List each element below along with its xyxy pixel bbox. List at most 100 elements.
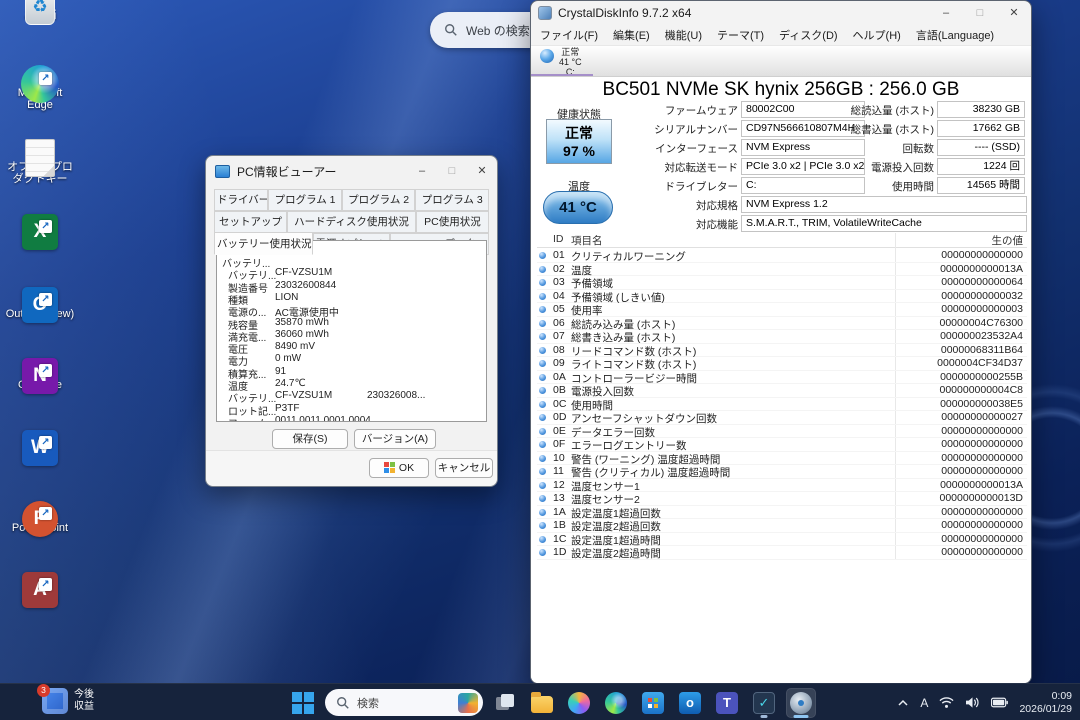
smart-row[interactable]: 09 ライトコマンド数 (ホスト) 0000004CF34D37	[537, 357, 1027, 371]
cdi-maximize-button[interactable]: □	[963, 1, 997, 25]
smart-row[interactable]: 0F エラーログエントリー数 00000000000000	[537, 438, 1027, 452]
field-row: 対応機能 S.M.A.R.T., TRIM, VolatileWriteCache	[591, 215, 1030, 232]
smart-row[interactable]: 07 総書き込み量 (ホスト) 000000023532A4	[537, 330, 1027, 344]
battery-list-row[interactable]: 積算充... 91	[217, 366, 486, 381]
smart-row[interactable]: 0A コントローラービジー時間 0000000000255B	[537, 371, 1027, 385]
smart-row[interactable]: 11 警告 (クリティカル) 温度超過時間 00000000000000	[537, 465, 1027, 479]
menu-item[interactable]: ヘルプ(H)	[853, 27, 901, 43]
smart-row[interactable]: 10 警告 (ワーニング) 温度超過時間 00000000000000	[537, 452, 1027, 466]
battery-list-row[interactable]: バッテリ... CF-VZSU1M 230326008...	[217, 390, 486, 405]
pcv-minimize-button[interactable]: –	[407, 157, 437, 185]
tab-item[interactable]: プログラム 3	[415, 189, 489, 211]
clock[interactable]: 0:09 2026/01/29	[1019, 690, 1072, 715]
smart-row[interactable]: 02 温度 0000000000013A	[537, 263, 1027, 277]
desktop-icon-excel[interactable]: X↗Excel	[4, 214, 76, 250]
ok-button[interactable]: OK	[369, 458, 429, 478]
smart-row[interactable]: 01 クリティカルワーニング 00000000000000	[537, 249, 1027, 263]
menu-item[interactable]: 言語(Language)	[916, 27, 994, 43]
desktop-icon-recycle-bin[interactable]: ♻ごみ箱	[4, 0, 76, 25]
battery-list-row[interactable]: ロット記... P3TF	[217, 403, 486, 418]
smart-row[interactable]: 05 使用率 00000000000003	[537, 303, 1027, 317]
taskbar-file-explorer-button[interactable]	[527, 688, 557, 718]
smart-row[interactable]: 03 予備領域 00000000000064	[537, 276, 1027, 290]
tab-item[interactable]: プログラム 2	[341, 189, 416, 211]
smart-row[interactable]: 1C 設定温度1超過時間 00000000000000	[537, 533, 1027, 547]
save-button[interactable]: 保存(S)	[272, 429, 348, 449]
version-button[interactable]: バージョン(A)	[354, 429, 436, 449]
smart-raw-value: 00000000000064	[941, 276, 1023, 288]
smart-row[interactable]: 1A 設定温度1超過回数 00000000000000	[537, 506, 1027, 520]
wifi-icon[interactable]	[939, 696, 954, 709]
tab-item[interactable]: ハードディスク使用状況	[287, 211, 416, 233]
battery-list-row[interactable]: バッテリ...	[217, 255, 486, 270]
taskbar-teams-button[interactable]: T	[712, 688, 742, 718]
smart-id: 0E	[553, 424, 566, 437]
smart-row[interactable]: 1B 設定温度2超過回数 00000000000000	[537, 519, 1027, 533]
desktop-icon-outlook[interactable]: O↗Outlook (new)	[4, 287, 76, 323]
desktop-icon-powerpoint[interactable]: P↗PowerPoint	[4, 501, 76, 537]
smart-raw-value: 0000004CF34D37	[937, 357, 1023, 369]
smart-row[interactable]: 08 リードコマンド数 (ホスト) 00000068311B64	[537, 344, 1027, 358]
smart-row[interactable]: 06 総読み込み量 (ホスト) 00000004C76300	[537, 317, 1027, 331]
taskbar-task-view-button[interactable]	[490, 688, 520, 718]
smart-row[interactable]: 12 温度センサー1 0000000000013A	[537, 479, 1027, 493]
desktop-icon-onenote[interactable]: N↗OneNote	[4, 358, 76, 394]
drive-selector-tab[interactable]: 正常 41 °C C:	[531, 45, 1031, 77]
menu-item[interactable]: 機能(U)	[665, 27, 702, 43]
taskbar-store-button[interactable]	[638, 688, 668, 718]
smart-row[interactable]: 04 予備領域 (しきい値) 00000000000032	[537, 290, 1027, 304]
cdi-close-button[interactable]: ✕	[997, 1, 1031, 25]
battery-list-row[interactable]: 温度 24.7℃	[217, 378, 486, 393]
battery-list-row[interactable]: 電圧 8490 mV	[217, 341, 486, 356]
menu-item[interactable]: ファイル(F)	[540, 27, 598, 43]
tab-item[interactable]: プログラム 1	[268, 189, 342, 211]
volume-icon[interactable]	[965, 696, 980, 709]
battery-list-row[interactable]: 残容量 35870 mWh	[217, 317, 486, 332]
tab-item[interactable]: セットアップ	[214, 211, 288, 233]
tab-item[interactable]: PC使用状況	[415, 211, 489, 233]
taskbar-outlook-button[interactable]: o	[675, 688, 705, 718]
start-button[interactable]	[288, 688, 318, 718]
taskbar-crystaldiskinfo-button[interactable]	[786, 687, 816, 718]
pcv-maximize-button[interactable]: □	[437, 157, 467, 185]
taskbar-copilot-button[interactable]	[564, 688, 594, 718]
desktop-icon-word[interactable]: W↗Word	[4, 430, 76, 466]
menu-item[interactable]: 編集(E)	[613, 27, 650, 43]
menu-item[interactable]: ディスク(D)	[779, 27, 838, 43]
taskbar-edge-button[interactable]	[601, 688, 631, 718]
pcv-close-button[interactable]: ✕	[467, 157, 497, 185]
ime-indicator[interactable]: A	[920, 696, 928, 710]
tab-active[interactable]: バッテリー使用状況	[214, 232, 313, 255]
cdi-minimize-button[interactable]: –	[929, 1, 963, 25]
menu-item[interactable]: テーマ(T)	[717, 27, 764, 43]
smart-row[interactable]: 1D 設定温度2超過時間 00000000000000	[537, 546, 1027, 560]
desktop-icon-access[interactable]: A↗Access	[4, 572, 76, 608]
crystaldiskinfo-app-icon	[538, 6, 552, 20]
smart-row[interactable]: 0B 電源投入回数 000000000004C8	[537, 384, 1027, 398]
widgets-button[interactable]: 3 今後 収益	[37, 684, 94, 714]
tab-item[interactable]: ドライバー	[214, 189, 269, 211]
search-icon	[445, 24, 457, 36]
battery-list-row[interactable]: バッテリ... CF-VZSU1M	[217, 267, 486, 282]
desktop-icon-edge[interactable]: ↗Microsoft Edge	[4, 65, 76, 111]
desktop-icon-document[interactable]: オフィスプロダクトキー	[4, 139, 76, 185]
shortcut-arrow-icon: ↗	[39, 507, 52, 520]
smart-row[interactable]: 0E データエラー回数 00000000000000	[537, 425, 1027, 439]
hidden-icons-chevron[interactable]	[897, 697, 909, 709]
taskbar-pc-info-viewer-button[interactable]: ✓	[749, 688, 779, 718]
taskbar-search-box[interactable]: 検索	[325, 689, 483, 716]
battery-list-row[interactable]: ファーム...0011.0011.0001.0004	[217, 415, 486, 421]
smart-row[interactable]: 0C 使用時間 000000000038E5	[537, 398, 1027, 412]
cancel-button[interactable]: キャンセル	[435, 458, 493, 478]
status-dot-icon	[539, 346, 546, 354]
battery-list-row[interactable]: 電力 0 mW	[217, 353, 486, 368]
battery-list-row[interactable]: 種類 LION	[217, 292, 486, 307]
smart-row[interactable]: 13 温度センサー2 0000000000013D	[537, 492, 1027, 506]
battery-status-list[interactable]: 項目 状態 バッテリ...バッテリ...CF-VZSU1M製造番号2303260…	[216, 240, 487, 422]
battery-list-row[interactable]: 満充電... 36060 mWh	[217, 329, 486, 344]
status-dot-icon	[539, 441, 546, 448]
battery-list-row[interactable]: 製造番号 23032600844	[217, 280, 486, 295]
battery-icon[interactable]	[991, 697, 1009, 708]
battery-list-row[interactable]: 電源の... AC電源使用中	[217, 304, 486, 319]
smart-row[interactable]: 0D アンセーフシャットダウン回数 00000000000027	[537, 411, 1027, 425]
